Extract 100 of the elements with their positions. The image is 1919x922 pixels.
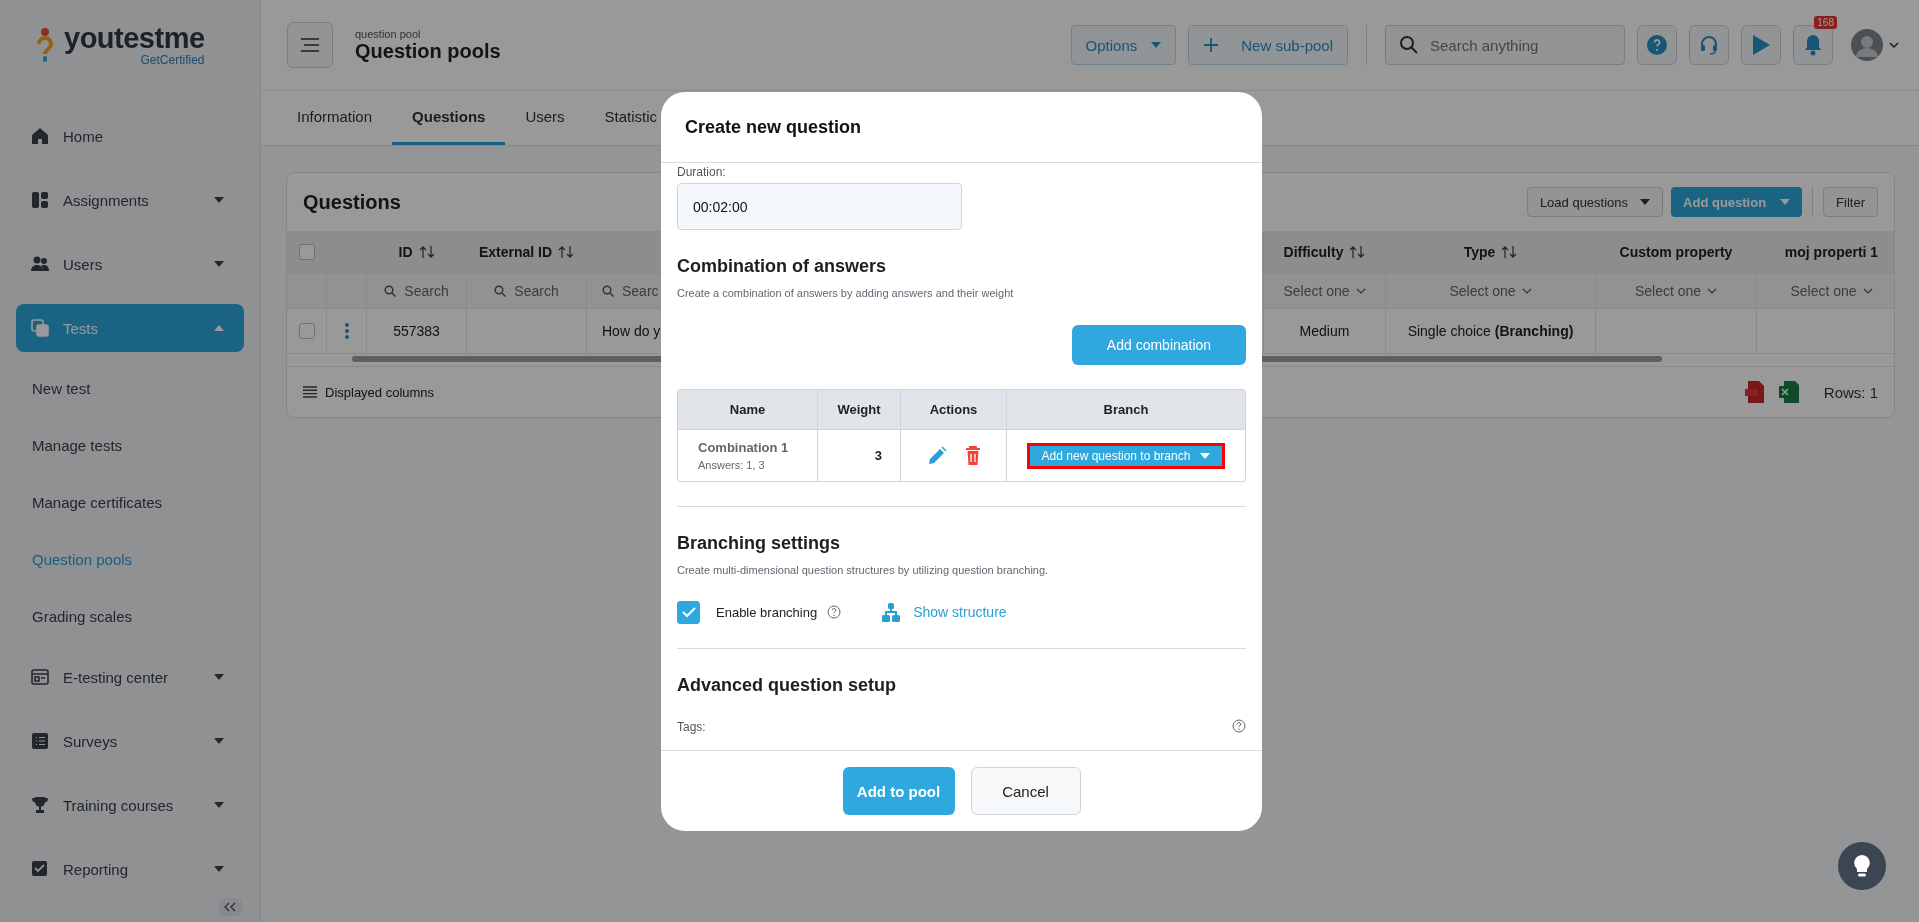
people-icon — [31, 255, 49, 273]
row-checkbox[interactable] — [298, 323, 315, 339]
column-header[interactable]: moj properti 1 — [1784, 244, 1879, 260]
page-title: Question pools — [355, 39, 501, 63]
search-icon — [602, 285, 614, 297]
card-title: Questions — [303, 190, 401, 214]
checkbox[interactable] — [677, 600, 700, 624]
sidebar-subitem[interactable]: Grading scales — [16, 596, 244, 637]
lightbulb-icon — [1853, 854, 1871, 878]
sidebar-item[interactable]: E-testing center — [16, 653, 244, 701]
bell-icon — [1803, 34, 1823, 56]
sidebar-subitem[interactable]: New test — [16, 368, 244, 409]
menu-button[interactable] — [287, 22, 333, 68]
section-description: Create a combination of answers by adding answers and their weight — [677, 287, 1014, 299]
displayed-columns-link[interactable]: Displayed columns — [303, 384, 435, 400]
hierarchy-icon — [881, 602, 902, 622]
help-icon[interactable] — [1232, 719, 1246, 733]
help-button[interactable] — [1637, 25, 1677, 65]
chevron-down-icon — [1521, 288, 1532, 294]
search-filter[interactable]: Search — [494, 283, 559, 299]
options-button[interactable]: Options — [1070, 25, 1177, 65]
search-field[interactable]: Search anything — [1385, 25, 1625, 65]
cancel-button[interactable]: Cancel — [970, 767, 1081, 815]
caret-icon — [1200, 452, 1211, 459]
tab[interactable]: Information — [277, 91, 393, 145]
search-filter[interactable]: Search — [384, 283, 449, 299]
sort-icon[interactable] — [1501, 245, 1518, 259]
select-filter[interactable]: Select one — [1790, 283, 1873, 299]
caret-icon — [1640, 199, 1651, 205]
avatar-icon[interactable] — [1851, 29, 1883, 61]
checkbox-label: Enable branching — [716, 604, 818, 620]
filter-button[interactable]: Filter — [1823, 187, 1878, 217]
column-header[interactable]: Type — [1463, 244, 1518, 260]
caret-icon — [1151, 42, 1162, 48]
sort-icon[interactable] — [558, 245, 575, 259]
excel-file-icon[interactable] — [1777, 380, 1800, 404]
sidebar-item[interactable]: Assignments — [16, 176, 244, 224]
help-icon[interactable] — [827, 605, 842, 619]
table-cell: Single choice (Branching) — [1407, 323, 1574, 339]
dialog-title: Create new question — [685, 116, 862, 138]
show-structure-link[interactable]: Show structure — [881, 602, 1007, 622]
support-button[interactable] — [1689, 25, 1729, 65]
select-filter[interactable]: Select one — [1634, 283, 1718, 299]
sidebar-subitem[interactable]: Manage tests — [16, 425, 244, 466]
caret-icon — [214, 674, 224, 680]
section-title: Branching settings — [677, 533, 841, 554]
kebab-menu-icon[interactable] — [344, 323, 349, 339]
plus-icon — [1203, 37, 1220, 53]
headset-icon — [1699, 35, 1719, 55]
weight-value: 3 — [874, 448, 882, 463]
sidebar-item[interactable]: Training courses — [16, 781, 244, 829]
column-header[interactable]: Difficulty — [1283, 244, 1366, 260]
sidebar-subitem[interactable]: Manage certificates — [16, 482, 244, 523]
combination-answers: Answers: 1, 3 — [698, 459, 765, 471]
add-combination-button[interactable]: Add combination — [1072, 325, 1246, 365]
pdf-file-icon[interactable] — [1743, 380, 1766, 404]
play-icon — [1751, 34, 1771, 56]
sidebar-item[interactable]: Home — [16, 112, 244, 160]
breadcrumb: question pool — [355, 27, 422, 40]
copies-icon — [31, 319, 49, 337]
caret-icon — [214, 325, 224, 331]
dashboard-icon — [31, 191, 49, 209]
sidebar-item[interactable]: Surveys — [16, 717, 244, 765]
sidebar-item[interactable]: Reporting — [16, 845, 244, 893]
help-icon — [1647, 35, 1667, 55]
notification-badge: 168 — [1814, 16, 1837, 29]
column-header: Actions — [929, 402, 978, 417]
search-icon — [494, 285, 507, 297]
column-header[interactable]: External ID — [478, 244, 575, 260]
checkbox[interactable] — [298, 244, 315, 260]
load-questions-button[interactable]: Load questions — [1526, 187, 1664, 217]
tab[interactable]: Questions — [392, 91, 506, 145]
edit-icon[interactable] — [926, 445, 947, 466]
add-to-pool-button[interactable]: Add to pool — [842, 767, 955, 815]
add-question-to-branch-button[interactable]: Add new question to branch — [1026, 442, 1226, 469]
caret-icon — [214, 866, 224, 872]
check-icon — [681, 606, 696, 618]
trash-icon[interactable] — [964, 445, 981, 466]
sort-icon[interactable] — [1349, 245, 1366, 259]
logo-tagline: GetCertified — [140, 52, 205, 67]
play-button[interactable] — [1741, 25, 1781, 65]
combination-name: Combination 1 — [698, 440, 789, 455]
duration-field[interactable]: 00:02:00 — [677, 183, 962, 230]
select-filter[interactable]: Select one — [1449, 283, 1532, 299]
tips-button[interactable] — [1838, 842, 1886, 890]
sidebar-item[interactable]: Users — [16, 240, 244, 288]
sort-icon[interactable] — [418, 245, 435, 259]
new-sub-pool-button[interactable]: New sub-pool — [1188, 25, 1348, 65]
section-title: Advanced question setup — [677, 675, 897, 696]
home-icon — [31, 127, 49, 145]
collapse-button[interactable] — [218, 898, 242, 916]
table-cell: Medium — [1299, 323, 1350, 339]
tab[interactable]: Users — [505, 91, 585, 145]
column-header[interactable]: Custom property — [1619, 244, 1733, 260]
search-filter[interactable]: Searc — [602, 283, 659, 299]
section-description: Create multi-dimensional question structures by utilizing question branching. — [677, 564, 1049, 576]
double-chevron-icon — [223, 902, 237, 912]
column-header[interactable]: ID — [398, 244, 435, 260]
notifications-button[interactable] — [1793, 25, 1833, 65]
select-filter[interactable]: Select one — [1283, 283, 1366, 299]
